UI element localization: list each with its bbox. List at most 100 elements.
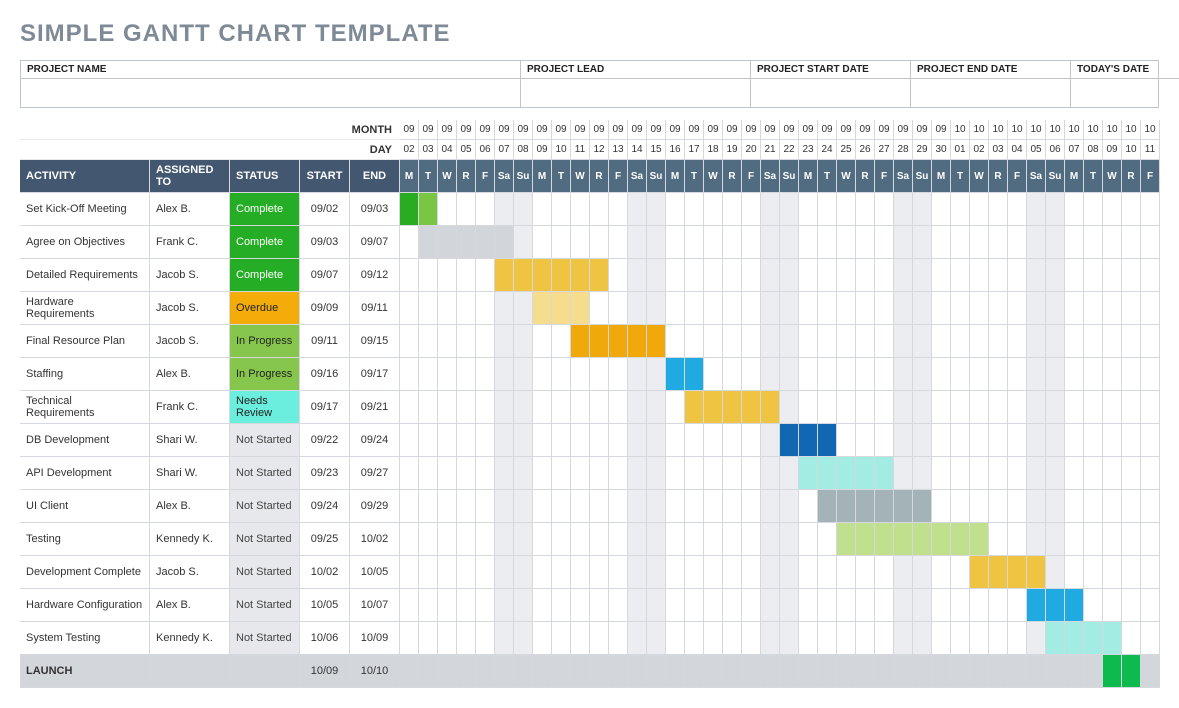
gantt-cell <box>552 358 571 391</box>
gantt-cell <box>1027 655 1046 688</box>
gantt-cell <box>666 457 685 490</box>
gantt-cell <box>1046 589 1065 622</box>
gantt-cell <box>514 193 533 226</box>
gantt-cell <box>476 490 495 523</box>
gantt-cell <box>533 655 552 688</box>
gantt-cell <box>1122 325 1141 358</box>
project-header: PROJECT NAMEPROJECT LEADPROJECT START DA… <box>20 60 1159 108</box>
gantt-cell <box>590 655 609 688</box>
dow-header-cell: R <box>457 160 476 193</box>
gantt-cell <box>856 325 875 358</box>
gantt-cell <box>970 457 989 490</box>
project-field-value[interactable] <box>911 79 1071 107</box>
gantt-cell <box>818 226 837 259</box>
gantt-cell <box>1027 424 1046 457</box>
gantt-cell <box>780 424 799 457</box>
project-field: TODAY'S DATE <box>1071 61 1179 107</box>
gantt-cell <box>818 457 837 490</box>
gantt-cell <box>837 655 856 688</box>
gantt-cell <box>438 490 457 523</box>
gantt-cell <box>970 523 989 556</box>
gantt-cell <box>704 358 723 391</box>
gantt-cell <box>400 358 419 391</box>
gantt-cell <box>514 292 533 325</box>
gantt-cell <box>571 424 590 457</box>
project-field-value[interactable] <box>21 79 521 107</box>
gantt-cell <box>837 457 856 490</box>
gantt-cell <box>666 523 685 556</box>
task-start-cell: 09/09 <box>300 292 350 325</box>
gantt-cell <box>533 358 552 391</box>
task-end-cell: 09/11 <box>350 292 400 325</box>
project-field-value[interactable] <box>751 79 911 107</box>
task-name-cell: Staffing <box>20 358 150 391</box>
gantt-cell <box>419 589 438 622</box>
gantt-cell <box>571 325 590 358</box>
gantt-cell <box>818 655 837 688</box>
gantt-cell <box>1141 292 1160 325</box>
gantt-cell <box>666 490 685 523</box>
gantt-cell <box>533 556 552 589</box>
gantt-cell <box>742 292 761 325</box>
gantt-cell <box>590 358 609 391</box>
gantt-cell <box>742 193 761 226</box>
project-field-value[interactable] <box>1071 79 1179 107</box>
gantt-cell <box>552 490 571 523</box>
gantt-cell <box>1027 622 1046 655</box>
gantt-cell <box>1046 622 1065 655</box>
gantt-cell <box>495 655 514 688</box>
project-field-value[interactable] <box>521 79 751 107</box>
gantt-cell <box>1122 424 1141 457</box>
gantt-cell <box>913 556 932 589</box>
gantt-cell <box>476 523 495 556</box>
gantt-cell <box>1103 589 1122 622</box>
gantt-cell <box>495 622 514 655</box>
dow-header-cell: R <box>723 160 742 193</box>
gantt-cell <box>571 226 590 259</box>
gantt-cell <box>761 424 780 457</box>
gantt-cell <box>913 490 932 523</box>
month-header-cell: 09 <box>761 120 780 140</box>
task-name-cell: Development Complete <box>20 556 150 589</box>
gantt-cell <box>628 193 647 226</box>
day-header-cell: 06 <box>476 140 495 160</box>
month-header-cell: 09 <box>419 120 438 140</box>
gantt-cell <box>1141 457 1160 490</box>
gantt-cell <box>951 424 970 457</box>
gantt-cell <box>894 259 913 292</box>
gantt-cell <box>419 490 438 523</box>
gantt-cell <box>1122 259 1141 292</box>
gantt-cell <box>837 358 856 391</box>
task-assigned-cell: Jacob S. <box>150 259 230 292</box>
gantt-cell <box>723 490 742 523</box>
gantt-cell <box>1046 259 1065 292</box>
gantt-cell <box>400 226 419 259</box>
gantt-cell <box>723 259 742 292</box>
gantt-cell <box>761 556 780 589</box>
month-header-cell: 09 <box>647 120 666 140</box>
gantt-cell <box>647 556 666 589</box>
gantt-cell <box>571 457 590 490</box>
gantt-cell <box>1084 226 1103 259</box>
day-header-cell: 09 <box>533 140 552 160</box>
month-header-cell: 10 <box>1103 120 1122 140</box>
gantt-cell <box>571 292 590 325</box>
gantt-cell <box>780 358 799 391</box>
gantt-cell <box>951 622 970 655</box>
gantt-cell <box>685 325 704 358</box>
gantt-cell <box>894 292 913 325</box>
gantt-cell <box>495 193 514 226</box>
dow-header-cell: Su <box>1046 160 1065 193</box>
gantt-cell <box>894 358 913 391</box>
gantt-cell <box>1084 259 1103 292</box>
month-header-cell: 09 <box>685 120 704 140</box>
gantt-cell <box>780 226 799 259</box>
gantt-cell <box>1065 259 1084 292</box>
project-field-label: PROJECT LEAD <box>521 61 751 79</box>
gantt-cell <box>989 292 1008 325</box>
gantt-cell <box>761 490 780 523</box>
gantt-cell <box>438 292 457 325</box>
task-status-cell: Not Started <box>230 556 300 589</box>
month-header-cell: 09 <box>856 120 875 140</box>
dow-header-cell: W <box>571 160 590 193</box>
